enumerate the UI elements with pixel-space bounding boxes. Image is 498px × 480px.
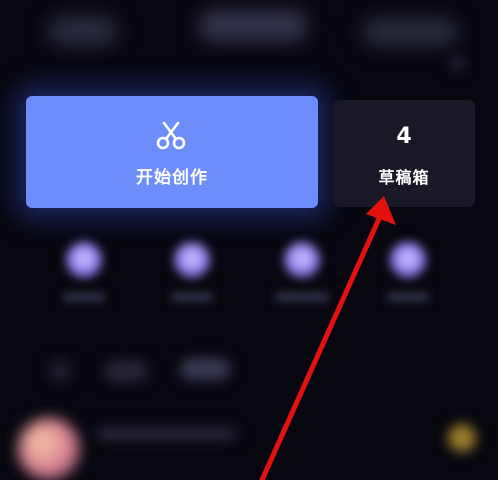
drafts-label: 草稿箱 [378,168,430,187]
top-right-dot [450,56,464,70]
tab-3[interactable] [180,358,230,380]
tool-icon-4 [390,242,426,278]
start-creating-label: 开始创作 [136,168,208,188]
start-creating-button[interactable] [26,96,318,208]
tab-1[interactable] [48,360,72,382]
tool-label-3 [274,292,330,302]
tool-label-4 [386,292,430,302]
tool-label-2 [170,292,214,302]
list-item-title [96,428,236,440]
badge-icon[interactable] [448,424,476,452]
tool-item-3[interactable] [258,232,348,322]
tool-item-2[interactable] [148,232,238,322]
tool-label-1 [62,292,106,302]
top-left-pill[interactable] [48,16,118,46]
scissors-icon [156,121,186,150]
tool-item-4[interactable] [364,232,454,322]
tab-2[interactable] [104,360,148,382]
top-right-pill[interactable] [362,18,458,46]
drafts-button[interactable] [333,100,475,207]
tool-item-1[interactable] [40,232,130,322]
avatar[interactable] [18,418,80,480]
tool-icon-3 [284,242,320,278]
top-center-pill[interactable] [198,10,308,42]
top-bar [0,0,498,70]
tool-icon-2 [174,242,210,278]
tool-icon-1 [66,242,102,278]
drafts-count: 4 [396,124,412,149]
